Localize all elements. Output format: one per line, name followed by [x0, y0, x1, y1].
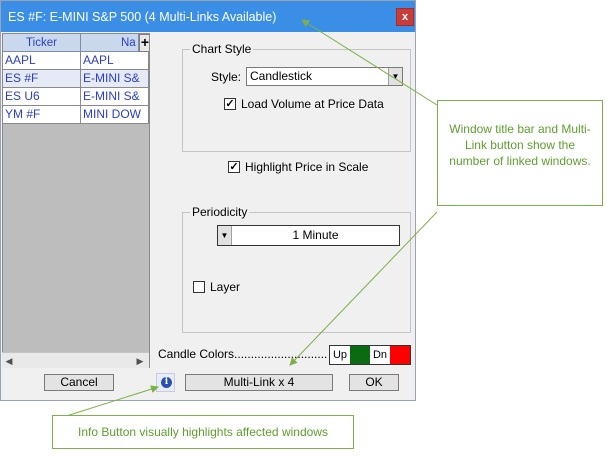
close-button[interactable]: x — [396, 8, 414, 26]
style-select[interactable]: Candlestick ▼ — [246, 67, 403, 86]
scroll-left-icon[interactable]: ◀ — [3, 355, 15, 367]
name-cell[interactable]: AAPL — [81, 52, 149, 70]
name-column-header[interactable]: Na — [81, 34, 139, 52]
layer-label: Layer — [210, 280, 241, 294]
title-bar[interactable]: ES #F: E-MINI S&P 500 (4 Multi-Links Ava… — [1, 1, 415, 32]
info-button-callout: Info Button visually highlights affected… — [52, 415, 354, 449]
chart-settings-dialog: ES #F: E-MINI S&P 500 (4 Multi-Links Ava… — [0, 0, 416, 401]
name-cell[interactable]: MINI DOW — [81, 106, 149, 124]
candle-color-picker: Up Dn — [329, 345, 411, 365]
table-row[interactable]: ES #F E-MINI S& — [3, 70, 149, 88]
periodicity-value: 1 Minute — [292, 228, 339, 242]
chart-style-group: Chart Style Style: Candlestick ▼ ✓ Load … — [182, 42, 411, 152]
style-select-value: Candlestick — [250, 69, 313, 83]
table-row[interactable]: ES U6 E-MINI S& — [3, 88, 149, 106]
chevron-down-icon[interactable]: ▼ — [388, 68, 402, 85]
down-label: Dn — [372, 349, 388, 361]
load-volume-checkbox[interactable]: ✓ — [224, 98, 236, 110]
up-label: Up — [332, 349, 348, 361]
periodicity-select[interactable]: ▼ 1 Minute — [217, 225, 400, 246]
periodicity-group: Periodicity ▼ 1 Minute Layer — [182, 205, 411, 333]
info-button[interactable]: i — [156, 373, 175, 392]
horizontal-scrollbar[interactable]: ◀ ▶ — [2, 352, 149, 368]
chevron-down-icon[interactable]: ▼ — [218, 226, 232, 245]
name-cell[interactable]: E-MINI S& — [81, 70, 149, 88]
ticker-cell[interactable]: YM #F — [3, 106, 81, 124]
ticker-cell[interactable]: ES #F — [3, 70, 81, 88]
layer-checkbox[interactable] — [193, 281, 205, 293]
periodicity-title: Periodicity — [190, 205, 250, 219]
info-icon: i — [161, 377, 172, 388]
ok-button[interactable]: OK — [349, 374, 399, 391]
table-row[interactable]: YM #F MINI DOW — [3, 106, 149, 124]
chart-style-title: Chart Style — [190, 42, 254, 56]
down-color-swatch[interactable] — [390, 346, 410, 364]
up-color-swatch[interactable] — [350, 346, 370, 364]
candle-colors-label: Candle Colors...........................… — [158, 347, 328, 361]
grid-header: Ticker Na + — [3, 34, 149, 52]
load-volume-label: Load Volume at Price Data — [241, 97, 384, 111]
highlight-price-label: Highlight Price in Scale — [245, 160, 369, 174]
title-bar-callout: Window title bar and Multi-Link button s… — [437, 100, 603, 206]
scroll-right-icon[interactable]: ▶ — [134, 355, 146, 367]
table-row[interactable]: AAPL AAPL — [3, 52, 149, 70]
highlight-price-checkbox[interactable]: ✓ — [228, 161, 240, 173]
symbol-grid[interactable]: Ticker Na + AAPL AAPL ES #F E-MINI S& ES… — [2, 33, 150, 368]
name-cell[interactable]: E-MINI S& — [81, 88, 149, 106]
cancel-button[interactable]: Cancel — [44, 374, 114, 391]
multi-link-button[interactable]: Multi-Link x 4 — [185, 374, 333, 391]
add-symbol-button[interactable]: + — [139, 34, 149, 52]
style-label: Style: — [211, 70, 242, 84]
ticker-column-header[interactable]: Ticker — [3, 34, 81, 52]
ticker-cell[interactable]: ES U6 — [3, 88, 81, 106]
ticker-cell[interactable]: AAPL — [3, 52, 81, 70]
window-title: ES #F: E-MINI S&P 500 (4 Multi-Links Ava… — [8, 10, 277, 24]
